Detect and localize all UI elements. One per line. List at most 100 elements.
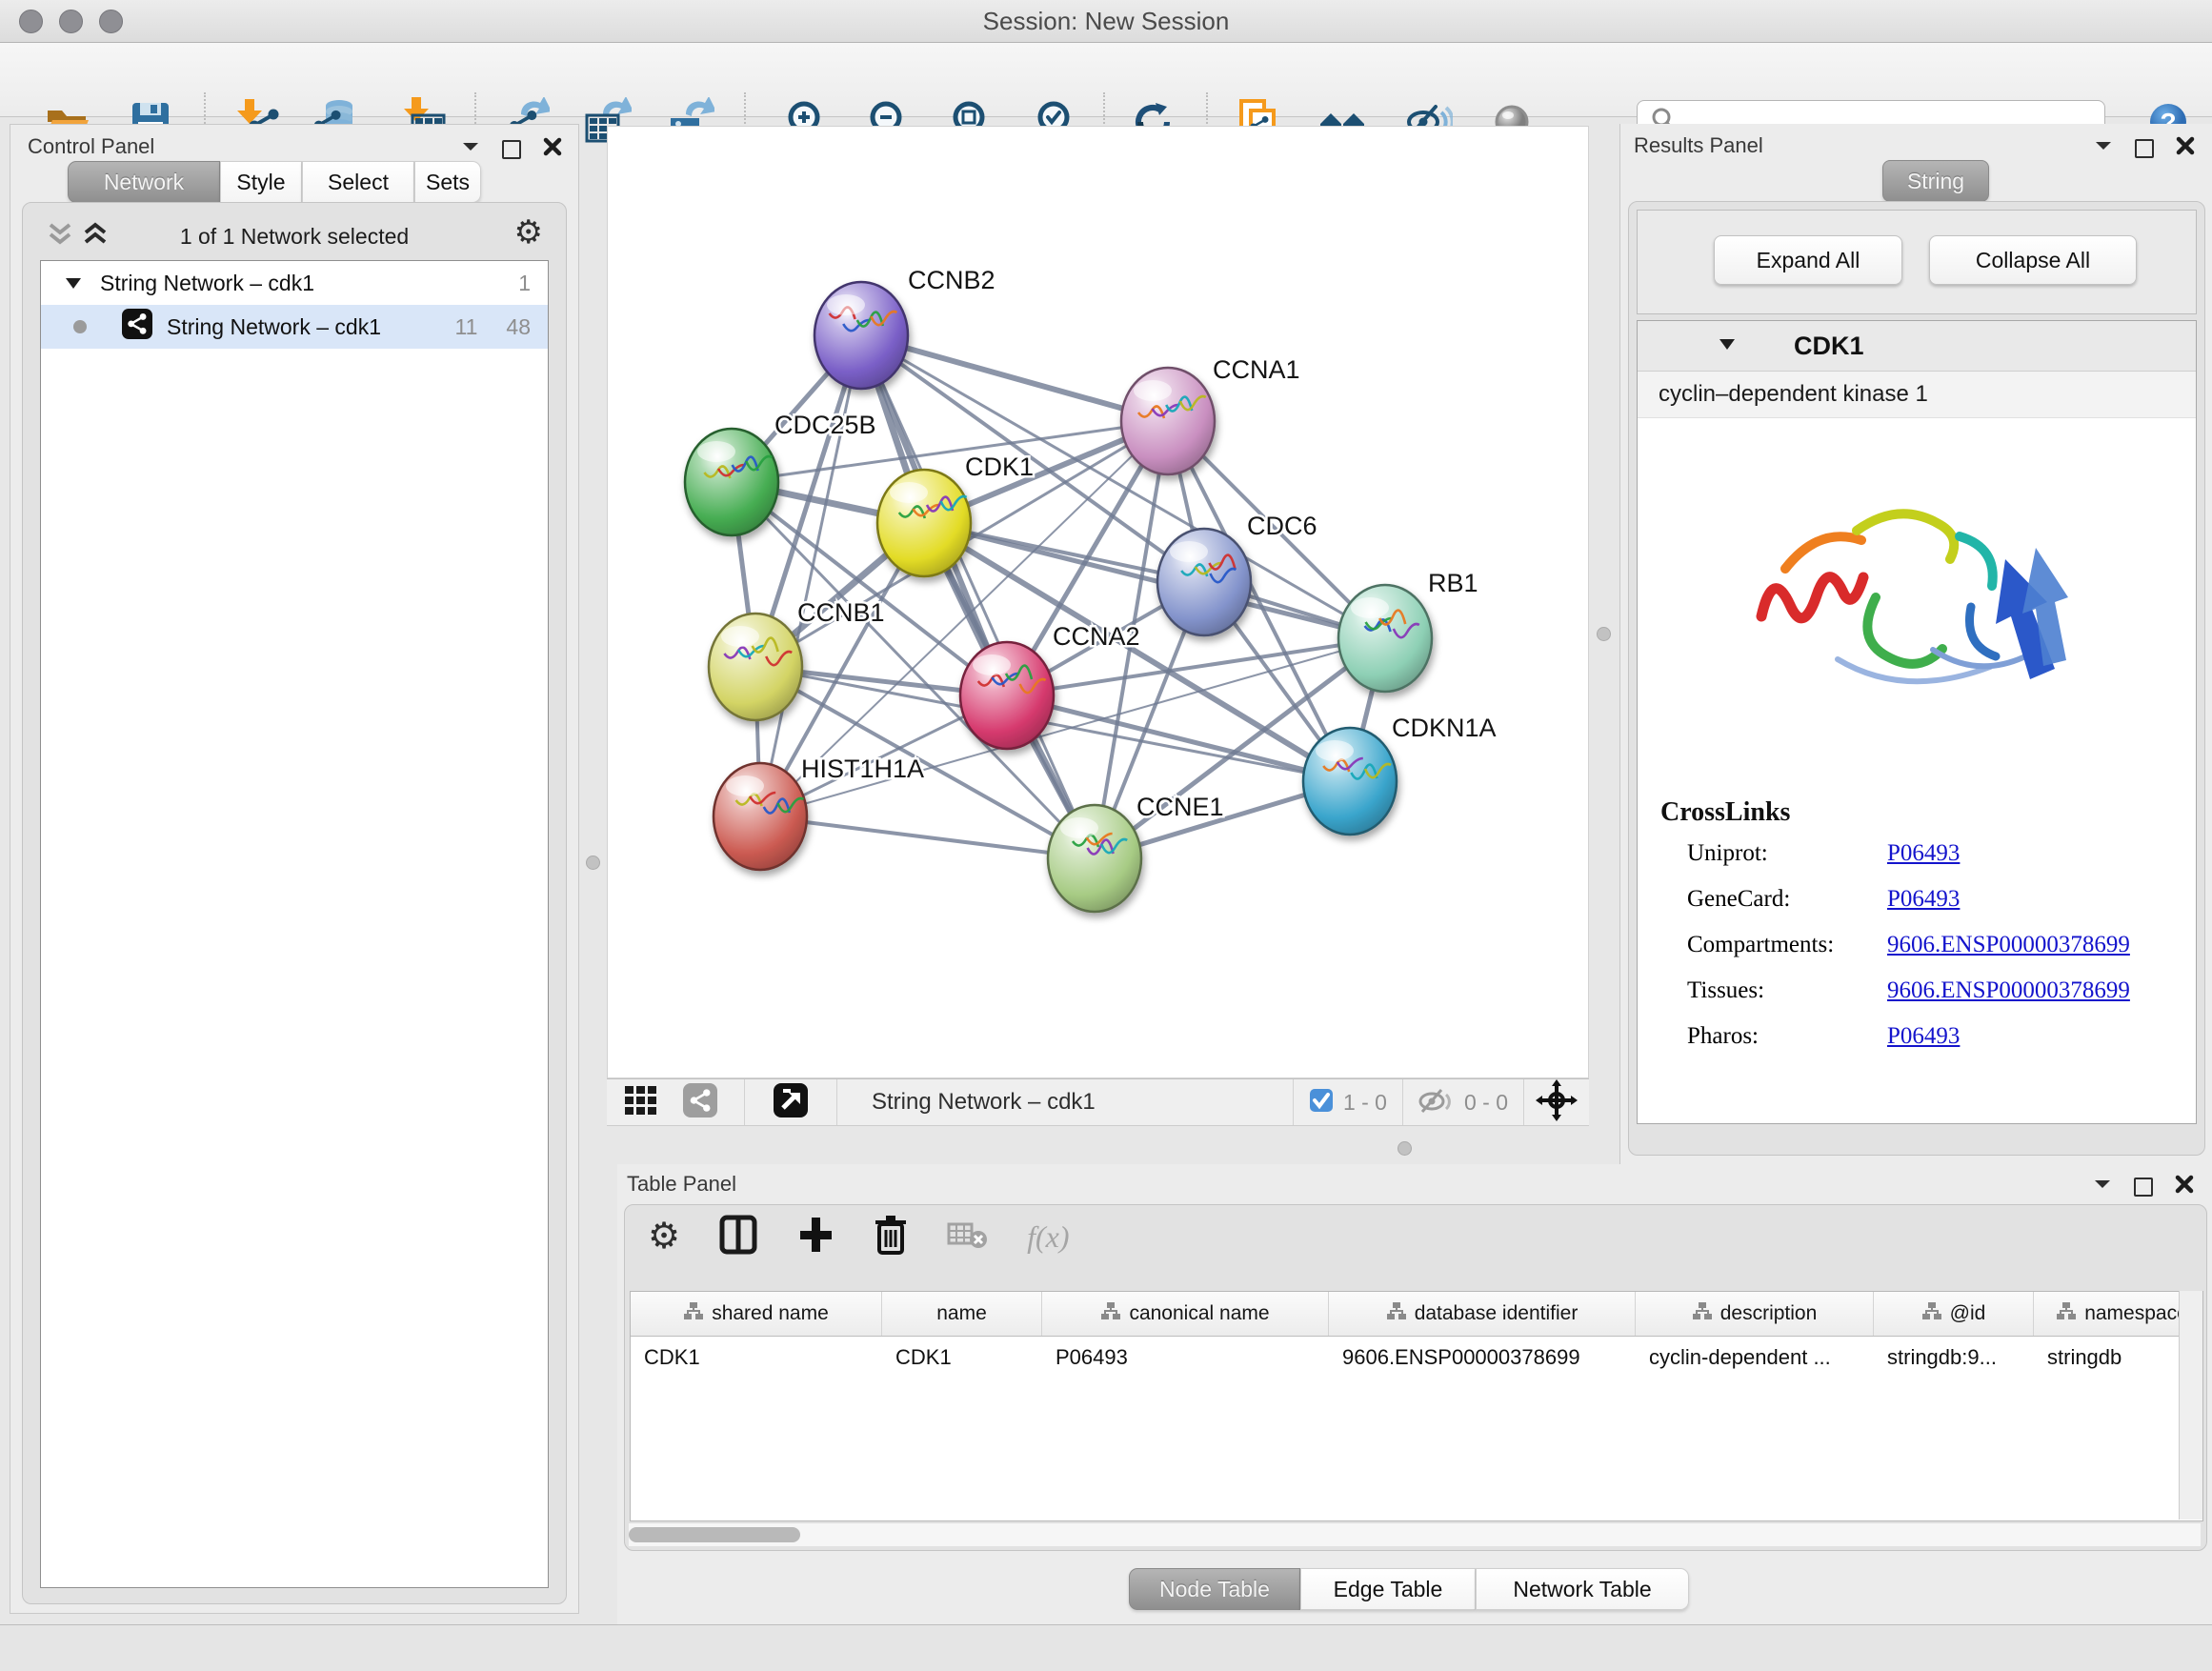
table-vertical-scrollbar[interactable] (2179, 1291, 2202, 1520)
tab-edge-table[interactable]: Edge Table (1300, 1568, 1476, 1610)
left-splitter-handle[interactable] (586, 856, 600, 870)
results-panel-close-icon[interactable] (2175, 135, 2196, 161)
shared-column-icon (1692, 1301, 1713, 1326)
network-selection-summary: 1 of 1 Network selected (23, 224, 566, 250)
results-panel-menu-icon[interactable] (2093, 138, 2114, 158)
control-panel-close-icon[interactable] (542, 136, 563, 162)
tab-network[interactable]: Network (68, 161, 220, 203)
node-CCNA2[interactable] (960, 642, 1054, 749)
selected-count-checkbox[interactable] (1309, 1088, 1334, 1117)
delete-column-icon[interactable] (873, 1213, 909, 1261)
gene-header[interactable]: CDK1 (1638, 321, 2196, 372)
close-window-icon[interactable] (19, 10, 43, 33)
crosslink-value-link[interactable]: P06493 (1887, 840, 1960, 867)
edge-CDK1-RB1[interactable] (924, 523, 1385, 638)
collection-disclosure-icon[interactable] (64, 271, 83, 296)
node-CCNA1[interactable] (1121, 368, 1215, 474)
node-CDC6[interactable] (1157, 529, 1251, 635)
control-panel: Control Panel NetworkStyleSelectSets 1 o… (10, 124, 579, 1614)
table-header-row: shared namenamecanonical namedatabase id… (631, 1292, 2202, 1337)
column-header-description[interactable]: description (1636, 1292, 1874, 1336)
crosslink-value-link[interactable]: P06493 (1887, 886, 1960, 913)
node-label-RB1: RB1 (1428, 569, 1478, 597)
cell-shared-name[interactable]: CDK1 (631, 1337, 882, 1379)
gene-section: CDK1 cyclin–dependent kinase 1 (1637, 320, 2197, 1124)
cell-canonical-name[interactable]: P06493 (1042, 1337, 1329, 1379)
tab-node-table[interactable]: Node Table (1129, 1568, 1300, 1610)
crosslink-value-link[interactable]: 9606.ENSP00000378699 (1887, 977, 2130, 1004)
crosslink-label: Uniprot: (1687, 840, 1887, 867)
maximize-window-icon[interactable] (99, 10, 123, 33)
network-options-gear-icon[interactable]: ⚙ (514, 216, 543, 249)
node-label-CCNA2: CCNA2 (1053, 622, 1140, 651)
node-CCNB1[interactable] (709, 614, 802, 720)
table-panel-float-icon[interactable] (2134, 1178, 2153, 1197)
tab-sets[interactable]: Sets (414, 161, 481, 203)
table-horizontal-scrollbar[interactable] (629, 1522, 2201, 1546)
network-collection-row[interactable]: String Network – cdk1 1 (41, 261, 548, 305)
table-options-gear-icon[interactable]: ⚙ (648, 1218, 680, 1255)
edge-CCNB2-HIST1H1A[interactable] (760, 335, 861, 816)
network-current-dot (73, 320, 87, 333)
results-panel-title: Results Panel (1634, 133, 1763, 158)
table-panel-close-icon[interactable] (2174, 1174, 2195, 1199)
network-thumbnail-icon[interactable] (681, 1081, 719, 1124)
column-header-canonical-name[interactable]: canonical name (1042, 1292, 1329, 1336)
node-RB1[interactable] (1338, 585, 1432, 692)
cell-name[interactable]: CDK1 (882, 1337, 1042, 1379)
cell-database-identifier[interactable]: 9606.ENSP00000378699 (1329, 1337, 1636, 1379)
node-CDK1[interactable] (877, 470, 971, 576)
crosslink-value-link[interactable]: P06493 (1887, 1023, 1960, 1050)
network-node-count: 11 (455, 314, 478, 340)
minimize-window-icon[interactable] (59, 10, 83, 33)
network-canvas[interactable]: CCNB2 CCNA1 CDC25B CDK1 CDC6 RB1 CCNB1 C… (607, 126, 1589, 1078)
table-hscroll-thumb[interactable] (629, 1527, 800, 1542)
bottom-splitter-handle[interactable] (1398, 1141, 1412, 1156)
show-columns-icon[interactable] (718, 1214, 758, 1260)
right-splitter-handle[interactable] (1597, 627, 1611, 641)
node-CDKN1A[interactable] (1303, 728, 1397, 835)
control-panel-menu-icon[interactable] (460, 139, 481, 159)
node-CCNE1[interactable] (1048, 805, 1141, 912)
application-window: Session: New Session ? Control Panel (0, 0, 2212, 1671)
results-panel-float-icon[interactable] (2135, 139, 2154, 158)
gene-disclosure-icon[interactable] (1718, 336, 1737, 356)
control-panel-float-icon[interactable] (502, 140, 521, 159)
string-network-icon (121, 308, 153, 346)
node-HIST1H1A[interactable] (714, 763, 807, 870)
table-panel-menu-icon[interactable] (2092, 1177, 2113, 1197)
crosslink-value-link[interactable]: 9606.ENSP00000378699 (1887, 932, 2130, 958)
node-label-CDC6: CDC6 (1247, 512, 1317, 540)
add-column-icon[interactable] (796, 1214, 835, 1260)
collapse-all-button[interactable]: Collapse All (1929, 235, 2137, 285)
detach-view-icon[interactable] (772, 1081, 810, 1124)
table-tabs: Node TableEdge TableNetwork Table (1129, 1568, 1689, 1610)
node-label-CDKN1A: CDKN1A (1392, 714, 1497, 742)
crosslink-label: Pharos: (1687, 1023, 1887, 1050)
tab-string[interactable]: String (1882, 160, 1989, 202)
hidden-count-icon (1417, 1084, 1455, 1121)
shared-column-icon (1386, 1301, 1407, 1326)
cell-description[interactable]: cyclin-dependent ... (1636, 1337, 1874, 1379)
tab-style[interactable]: Style (220, 161, 302, 203)
column-header--id[interactable]: @id (1874, 1292, 2034, 1336)
node-label-CCNE1: CCNE1 (1136, 793, 1224, 821)
string-buttons-box: Expand All Collapse All (1637, 210, 2197, 314)
table-row[interactable]: CDK1CDK1P064939606.ENSP00000378699cyclin… (631, 1337, 2202, 1379)
column-header-database-identifier[interactable]: database identifier (1329, 1292, 1636, 1336)
birds-eye-toggle-icon[interactable] (1536, 1079, 1578, 1126)
tab-select[interactable]: Select (302, 161, 414, 203)
tab-network-table[interactable]: Network Table (1476, 1568, 1689, 1610)
node-CDC25B[interactable] (685, 429, 778, 535)
column-header-name[interactable]: name (882, 1292, 1042, 1336)
table-panel: Table Panel ⚙ f(x) shared namenamecanoni… (617, 1164, 2212, 1624)
expand-all-button[interactable]: Expand All (1714, 235, 1902, 285)
cell--id[interactable]: stringdb:9... (1874, 1337, 2034, 1379)
edge-HIST1H1A-CCNE1[interactable] (760, 816, 1095, 858)
node-CCNB2[interactable] (814, 282, 908, 389)
network-row-selected[interactable]: String Network – cdk1 11 48 (41, 305, 548, 349)
grid-view-icon[interactable] (622, 1081, 660, 1124)
title-bar: Session: New Session (0, 0, 2212, 43)
column-header-shared-name[interactable]: shared name (631, 1292, 882, 1336)
delete-table-icon (947, 1218, 989, 1256)
